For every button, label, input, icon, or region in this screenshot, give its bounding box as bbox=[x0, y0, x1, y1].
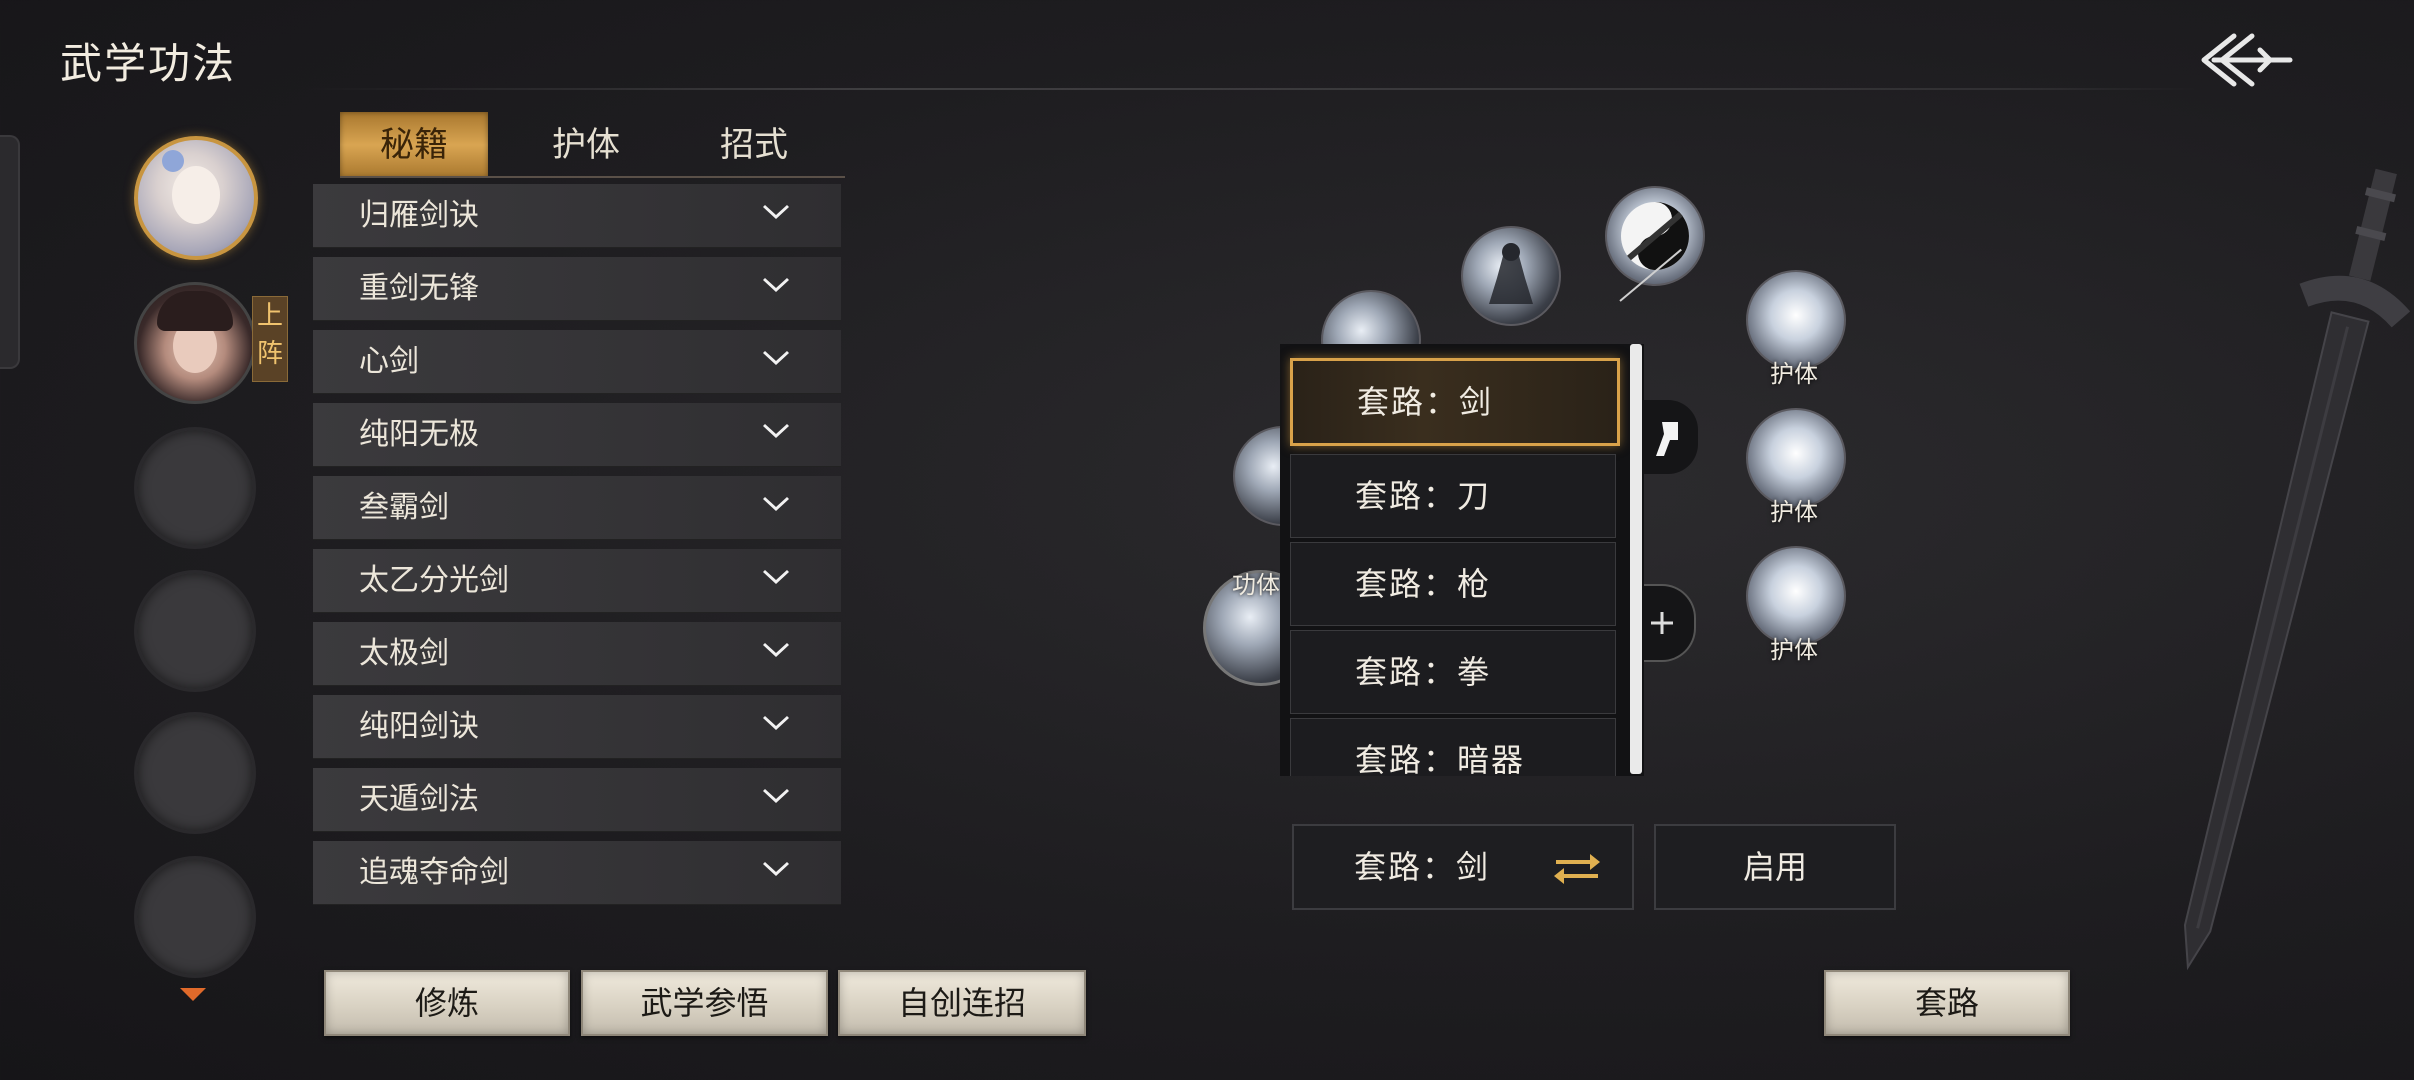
skill-row[interactable]: 叁霸剑 bbox=[313, 476, 841, 540]
chevron-down-icon bbox=[763, 643, 789, 657]
onboard-badge: 上阵 bbox=[252, 296, 288, 382]
skill-orb-figure[interactable] bbox=[1642, 400, 1698, 474]
martial-insight-button[interactable]: 武学参悟 bbox=[581, 970, 828, 1036]
skill-label: 太极剑 bbox=[359, 636, 449, 671]
skill-label: 归雁剑诀 bbox=[359, 198, 479, 233]
warrior-icon bbox=[1489, 243, 1533, 304]
scroll-down-icon[interactable] bbox=[180, 988, 206, 1001]
skill-row[interactable]: 心剑 bbox=[313, 330, 841, 394]
dropdown-scrollbar[interactable] bbox=[1630, 344, 1642, 774]
chevron-down-icon bbox=[763, 862, 789, 876]
skill-label: 纯阳剑诀 bbox=[359, 709, 479, 744]
page-title: 武学功法 bbox=[60, 39, 237, 88]
chevron-down-icon bbox=[763, 351, 789, 365]
practice-button[interactable]: 修炼 bbox=[324, 970, 570, 1036]
enable-label: 启用 bbox=[1742, 848, 1807, 886]
dropdown-option-fist[interactable]: 套路：拳 bbox=[1290, 630, 1616, 714]
custom-combo-button[interactable]: 自创连招 bbox=[838, 970, 1086, 1036]
figure-icon bbox=[1656, 422, 1678, 456]
style-dropdown[interactable]: 套路：剑 套路：刀 套路：枪 套路：拳 套路：暗器 bbox=[1280, 344, 1644, 776]
back-arrow-icon bbox=[2201, 33, 2293, 87]
dropdown-option-blade[interactable]: 套路：刀 bbox=[1290, 454, 1616, 538]
side-drawer-tab[interactable] bbox=[0, 135, 20, 369]
chevron-down-icon bbox=[763, 716, 789, 730]
skill-row[interactable]: 太极剑 bbox=[313, 622, 841, 686]
skill-row[interactable]: 纯阳无极 bbox=[313, 403, 841, 467]
orb-label-huti: 护体 bbox=[1770, 360, 1818, 388]
skill-orb-huti-2[interactable]: 护体 bbox=[1746, 408, 1846, 526]
skill-row[interactable]: 太乙分光剑 bbox=[313, 549, 841, 613]
skill-label: 太乙分光剑 bbox=[359, 563, 509, 598]
tab-body-protection[interactable]: 护体 bbox=[512, 112, 660, 178]
back-button[interactable] bbox=[2190, 20, 2300, 100]
orb-label-huti: 护体 bbox=[1770, 636, 1818, 664]
empty-character-slot[interactable] bbox=[134, 856, 256, 978]
skill-label: 追魂夺命剑 bbox=[359, 855, 509, 890]
skill-row[interactable]: 天遁剑法 bbox=[313, 768, 841, 832]
skill-orb-warrior[interactable] bbox=[1461, 226, 1561, 326]
empty-character-slot[interactable] bbox=[134, 712, 256, 834]
chevron-down-icon bbox=[763, 570, 789, 584]
skill-orb-huti-3[interactable]: 护体 bbox=[1746, 546, 1846, 664]
character-portrait[interactable] bbox=[134, 282, 256, 404]
dropdown-option-label: 套路：暗器 bbox=[1355, 741, 1526, 776]
tab-moves[interactable]: 招式 bbox=[680, 112, 828, 178]
dropdown-option-label: 套路：刀 bbox=[1355, 477, 1492, 515]
skill-row[interactable]: 重剑无锋 bbox=[313, 257, 841, 321]
skill-label: 叁霸剑 bbox=[359, 490, 449, 525]
skill-label: 纯阳无极 bbox=[359, 417, 479, 452]
dropdown-option-label: 套路：拳 bbox=[1355, 653, 1492, 691]
dropdown-option-sword[interactable]: 套路：剑 bbox=[1290, 358, 1620, 446]
skill-row[interactable]: 追魂夺命剑 bbox=[313, 841, 841, 905]
empty-character-slot[interactable] bbox=[134, 570, 256, 692]
current-style-label: 套路：剑 bbox=[1354, 848, 1491, 886]
swap-icon bbox=[1554, 854, 1600, 884]
skill-label: 天遁剑法 bbox=[359, 782, 479, 817]
chevron-down-icon bbox=[763, 424, 789, 438]
skill-row[interactable]: 归雁剑诀 bbox=[313, 184, 841, 248]
crosshair-icon bbox=[1651, 612, 1673, 634]
tab-secret-manuals[interactable]: 秘籍 bbox=[340, 112, 488, 178]
tab-divider bbox=[340, 176, 845, 178]
skill-orb-target[interactable] bbox=[1640, 584, 1696, 662]
skill-label: 心剑 bbox=[359, 344, 419, 379]
dropdown-option-spear[interactable]: 套路：枪 bbox=[1290, 542, 1616, 626]
dropdown-option-label: 套路：剑 bbox=[1357, 383, 1494, 421]
skill-list: 归雁剑诀 重剑无锋 心剑 纯阳无极 叁霸剑 太乙分光剑 太极剑 纯阳剑诀 天遁剑… bbox=[313, 184, 841, 914]
header-divider bbox=[300, 88, 2200, 90]
style-button[interactable]: 套路 bbox=[1824, 970, 2070, 1036]
enable-button[interactable]: 启用 bbox=[1654, 824, 1896, 910]
current-style-selector[interactable]: 套路：剑 bbox=[1292, 824, 1634, 910]
skill-row[interactable]: 纯阳剑诀 bbox=[313, 695, 841, 759]
chevron-down-icon bbox=[763, 205, 789, 219]
skill-orb-huti-1[interactable]: 护体 bbox=[1746, 270, 1846, 388]
chevron-down-icon bbox=[763, 278, 789, 292]
character-portrait-selected[interactable] bbox=[134, 136, 258, 260]
empty-character-slot[interactable] bbox=[134, 427, 256, 549]
dropdown-option-label: 套路：枪 bbox=[1355, 565, 1492, 603]
dropdown-option-hidden-weapon[interactable]: 套路：暗器 bbox=[1290, 718, 1616, 776]
skill-label: 重剑无锋 bbox=[359, 271, 479, 306]
orb-label-gongti: 功体 bbox=[1232, 571, 1280, 599]
chevron-down-icon bbox=[763, 497, 789, 511]
sword-decoration-icon bbox=[2183, 168, 2411, 971]
chevron-down-icon bbox=[763, 789, 789, 803]
orb-label-huti: 护体 bbox=[1770, 498, 1818, 526]
